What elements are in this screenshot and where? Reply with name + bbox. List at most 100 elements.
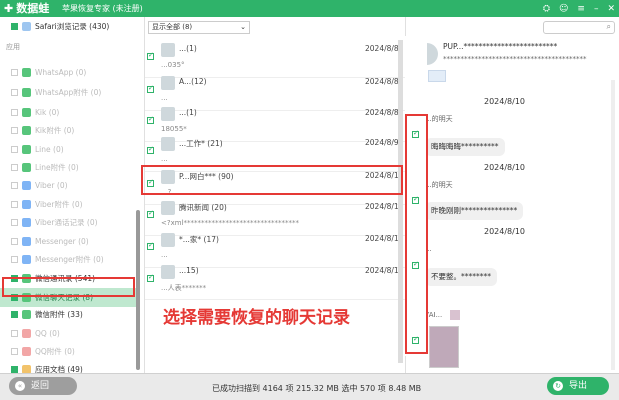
checkbox[interactable] <box>11 109 18 116</box>
sidebar-item[interactable]: Messenger附件 (0) <box>0 250 140 269</box>
viber-icon <box>22 181 31 190</box>
sidebar-item-label: Kik附件 (0) <box>35 126 75 135</box>
checkbox[interactable] <box>11 348 18 355</box>
user-icon[interactable]: ☺ <box>559 4 568 14</box>
sidebar-item[interactable]: WhatsApp附件 (0) <box>0 83 140 102</box>
export-button[interactable]: ↻ 导出 <box>547 377 609 395</box>
checkbox[interactable] <box>11 366 18 373</box>
checkbox[interactable] <box>147 273 154 282</box>
checkbox[interactable] <box>11 238 18 245</box>
sidebar-item[interactable]: QQ附件 (0) <box>0 342 140 361</box>
conversation-preview: <?xml********************************* <box>161 219 299 227</box>
sidebar-item-label: Safari浏览记录 (430) <box>35 22 110 31</box>
sidebar-item[interactable]: Line (0) <box>0 140 140 159</box>
message-date: 2024/8/10 <box>484 163 526 172</box>
highlight-box <box>141 165 403 195</box>
conversation-preview: ... <box>161 94 168 102</box>
line-attach-icon <box>22 163 31 172</box>
sidebar-item-label: Messenger (0) <box>35 237 89 246</box>
checkbox[interactable] <box>147 115 154 124</box>
window-controls: ⛭ ☺ ≡ – ✕ <box>543 0 615 17</box>
logo-text: 数据蛙 <box>16 2 50 15</box>
checkbox[interactable] <box>147 51 154 60</box>
conversation-preview: ...035° <box>161 61 185 69</box>
checkbox[interactable] <box>11 182 18 189</box>
search-input[interactable]: ⌕ <box>543 21 615 34</box>
checkbox[interactable] <box>11 201 18 208</box>
checkbox[interactable] <box>11 23 18 30</box>
app-title: 苹果恢复专家 (未注册) <box>62 4 143 13</box>
image-message[interactable] <box>429 326 459 368</box>
conversation-row[interactable]: ...15)2024/8/12...人表******* <box>145 262 405 300</box>
sidebar-item[interactable]: Line附件 (0) <box>0 158 140 177</box>
sidebar-item[interactable]: Messenger (0) <box>0 232 140 251</box>
avatar <box>161 201 175 215</box>
gift-icon[interactable]: ⛭ <box>543 4 550 14</box>
conversation-name: 腾讯新闻 (20) <box>179 203 227 212</box>
sidebar-item-label: QQ (0) <box>35 329 60 338</box>
close-icon[interactable]: ✕ <box>607 4 615 14</box>
sidebar-item-safari[interactable]: Safari浏览记录 (430) <box>0 17 140 36</box>
export-label: 导出 <box>569 381 588 391</box>
back-arrow-icon: « <box>15 381 25 391</box>
checkbox[interactable] <box>11 69 18 76</box>
conversation-name: *...家* (17) <box>179 235 219 244</box>
message-date: 2024/8/10 <box>484 97 526 106</box>
sidebar-item[interactable]: QQ (0) <box>0 324 140 343</box>
sidebar-item-label: Viber附件 (0) <box>35 200 83 209</box>
conversation-scrollbar[interactable] <box>398 40 403 363</box>
sidebar-item[interactable]: WhatsApp (0) <box>0 63 140 82</box>
conversation-date: 2024/8/8 <box>365 44 399 53</box>
sidebar-section-title: 应用 <box>6 43 20 51</box>
chevron-down-icon: ⌄ <box>240 23 246 31</box>
checkbox[interactable] <box>147 209 154 218</box>
checkbox[interactable] <box>147 84 154 93</box>
sidebar-item[interactable]: Viber (0) <box>0 176 140 195</box>
sidebar-item[interactable]: Viber通话记录 (0) <box>0 213 140 232</box>
message-bubble: 晦晦晦晦********** <box>425 138 505 156</box>
checkbox[interactable] <box>11 146 18 153</box>
kik-icon <box>22 108 31 117</box>
safari-icon <box>22 22 31 31</box>
sidebar-item[interactable]: Viber附件 (0) <box>0 195 140 214</box>
sidebar-item[interactable]: Kik附件 (0) <box>0 121 140 140</box>
avatar <box>161 137 175 151</box>
conversation-name: A...(12) <box>179 77 207 86</box>
conversation-preview: ... <box>161 251 168 259</box>
back-label: 返回 <box>31 381 50 391</box>
conversation-name: ...工作* (21) <box>179 139 223 148</box>
sidebar-item-label: 微信附件 (33) <box>35 310 83 319</box>
checkbox[interactable] <box>11 89 18 96</box>
sidebar-item-label: WhatsApp (0) <box>35 68 87 77</box>
checkbox[interactable] <box>11 219 18 226</box>
checkbox[interactable] <box>147 145 154 154</box>
sidebar-scrollbar[interactable] <box>136 210 140 370</box>
message-bubble: 昨晚刚刚*************** <box>425 202 524 220</box>
checkbox[interactable] <box>11 311 18 318</box>
title-bar: ✚ 数据蛙 苹果恢复专家 (未注册) ⛭ ☺ ≡ – ✕ <box>0 0 619 17</box>
app-logo: ✚ 数据蛙 <box>4 1 49 16</box>
checkbox[interactable] <box>147 241 154 250</box>
conversation-date: 2024/8/9 <box>365 138 399 147</box>
avatar <box>161 76 175 90</box>
filter-value: 显示全部 (8) <box>152 23 193 31</box>
sidebar-item-label: Messenger附件 (0) <box>35 255 104 264</box>
checkbox[interactable] <box>11 256 18 263</box>
checkbox[interactable] <box>11 164 18 171</box>
message-sender: ...的明天 <box>425 115 453 123</box>
avatar <box>161 43 175 57</box>
sidebar-item[interactable]: 微信附件 (33) <box>0 305 140 324</box>
chat-scrollbar[interactable] <box>611 80 615 370</box>
scan-status: 已成功扫描到 4164 项 215.32 MB 选中 570 项 8.48 MB <box>212 384 422 393</box>
checkbox[interactable] <box>11 330 18 337</box>
conversation-preview: 18055* <box>161 125 187 133</box>
checkbox[interactable] <box>11 127 18 134</box>
sidebar-item-label: Line附件 (0) <box>35 163 79 172</box>
highlight-box <box>405 114 428 354</box>
menu-icon[interactable]: ≡ <box>577 4 585 14</box>
filter-select[interactable]: 显示全部 (8) ⌄ <box>148 21 250 34</box>
back-button[interactable]: « 返回 <box>9 377 77 395</box>
minimize-icon[interactable]: – <box>594 4 599 14</box>
sidebar-item[interactable]: Kik (0) <box>0 103 140 122</box>
sidebar-item-label: Viber通话记录 (0) <box>35 218 98 227</box>
